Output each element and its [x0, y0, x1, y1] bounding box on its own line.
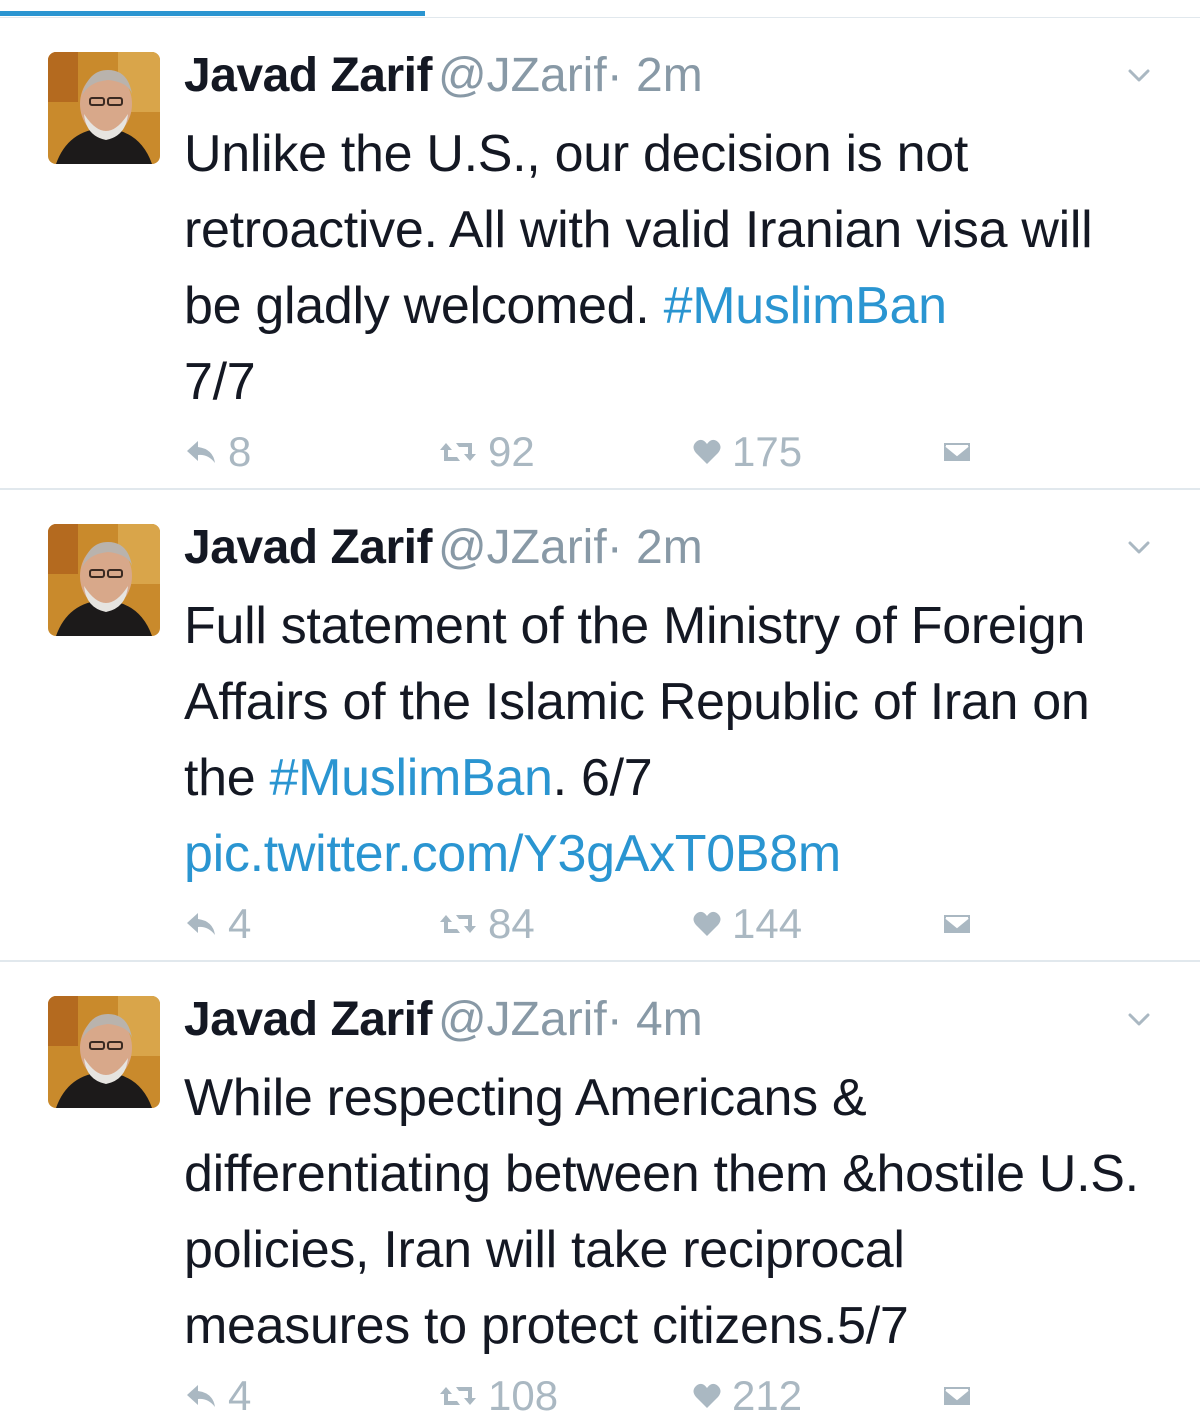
reply-count: 8: [228, 428, 252, 475]
tweet-text: Unlike the U.S., our decision is not ret…: [184, 116, 1144, 420]
tweet-text-part: While respecting Americans & differentia…: [184, 1069, 1139, 1355]
heart-icon: [693, 439, 721, 464]
retweet-count: 84: [488, 900, 535, 947]
retweet-icon: [440, 443, 476, 461]
direct-message-icon: [944, 1387, 970, 1405]
author-name[interactable]: Javad Zarif: [184, 49, 432, 102]
chevron-down-icon[interactable]: [1126, 1006, 1152, 1032]
direct-message-icon: [944, 915, 970, 933]
retweet-button[interactable]: 108: [438, 1370, 558, 1422]
tweet[interactable]: Javad Zarif @JZarif· 4m While respecting …: [0, 962, 1200, 1419]
avatar-image: [48, 52, 160, 164]
tweet-header: Javad Zarif @JZarif· 2m: [184, 46, 703, 106]
author-name[interactable]: Javad Zarif: [184, 993, 432, 1046]
timestamp[interactable]: 2m: [636, 49, 703, 102]
tweet[interactable]: Javad Zarif @JZarif· 2m Full statement of…: [0, 490, 1200, 962]
timestamp[interactable]: 2m: [636, 521, 703, 574]
reply-button[interactable]: 4: [184, 898, 251, 950]
direct-message-button[interactable]: [942, 1370, 982, 1422]
author-handle[interactable]: @JZarif: [438, 521, 607, 574]
direct-message-icon: [944, 443, 970, 461]
retweet-icon: [440, 1387, 476, 1405]
reply-button[interactable]: 4: [184, 1370, 251, 1422]
chevron-down-icon[interactable]: [1126, 62, 1152, 88]
reply-count: 4: [228, 1372, 252, 1419]
avatar-image: [48, 524, 160, 636]
retweet-icon: [440, 915, 476, 933]
tweet[interactable]: Javad Zarif @JZarif· 2m Unlike the U.S., …: [0, 18, 1200, 490]
reply-count: 4: [228, 900, 252, 947]
like-button[interactable]: 175: [692, 426, 802, 478]
retweet-count: 92: [488, 428, 535, 475]
chevron-down-icon[interactable]: [1126, 534, 1152, 560]
avatar[interactable]: [48, 524, 160, 636]
avatar-image: [48, 996, 160, 1108]
like-button[interactable]: 212: [692, 1370, 802, 1422]
tweet-actions: 4 108 212: [184, 1370, 1004, 1422]
hashtag-link[interactable]: #MuslimBan: [270, 749, 553, 807]
separator-dot: ·: [606, 521, 623, 574]
tweet-actions: 4 84 144: [184, 898, 1004, 950]
tweet-actions: 8 92 175: [184, 426, 1004, 478]
reply-icon: [187, 913, 215, 935]
like-count: 175: [732, 428, 803, 475]
direct-message-button[interactable]: [942, 898, 982, 950]
media-link[interactable]: pic.twitter.com/Y3gAxT0B8m: [184, 825, 841, 883]
timeline-tab-indicator: [0, 0, 1200, 18]
like-count: 144: [732, 900, 803, 947]
hashtag-link[interactable]: #MuslimBan: [664, 277, 947, 335]
author-name[interactable]: Javad Zarif: [184, 521, 432, 574]
active-tab-underline: [0, 11, 425, 16]
author-handle[interactable]: @JZarif: [438, 49, 607, 102]
retweet-button[interactable]: 92: [438, 426, 535, 478]
direct-message-button[interactable]: [942, 426, 982, 478]
author-handle[interactable]: @JZarif: [438, 993, 607, 1046]
heart-icon: [693, 911, 721, 936]
retweet-button[interactable]: 84: [438, 898, 535, 950]
separator-dot: ·: [606, 993, 623, 1046]
tweet-text: While respecting Americans & differentia…: [184, 1060, 1144, 1364]
avatar[interactable]: [48, 52, 160, 164]
tweet-text-part: 7/7: [184, 353, 256, 411]
tweet-text-part: Unlike the U.S., our decision is not ret…: [184, 125, 1093, 335]
reply-button[interactable]: 8: [184, 426, 251, 478]
avatar[interactable]: [48, 996, 160, 1108]
like-button[interactable]: 144: [692, 898, 802, 950]
reply-icon: [187, 1385, 215, 1407]
timestamp[interactable]: 4m: [636, 993, 703, 1046]
tweet-header: Javad Zarif @JZarif· 4m: [184, 990, 703, 1050]
separator-dot: ·: [606, 49, 623, 102]
retweet-count: 108: [488, 1372, 559, 1419]
reply-icon: [187, 441, 215, 463]
tweet-text-part: . 6/7: [552, 749, 653, 807]
tweet-header: Javad Zarif @JZarif· 2m: [184, 518, 703, 578]
tweet-text: Full statement of the Ministry of Foreig…: [184, 588, 1144, 892]
like-count: 212: [732, 1372, 803, 1419]
